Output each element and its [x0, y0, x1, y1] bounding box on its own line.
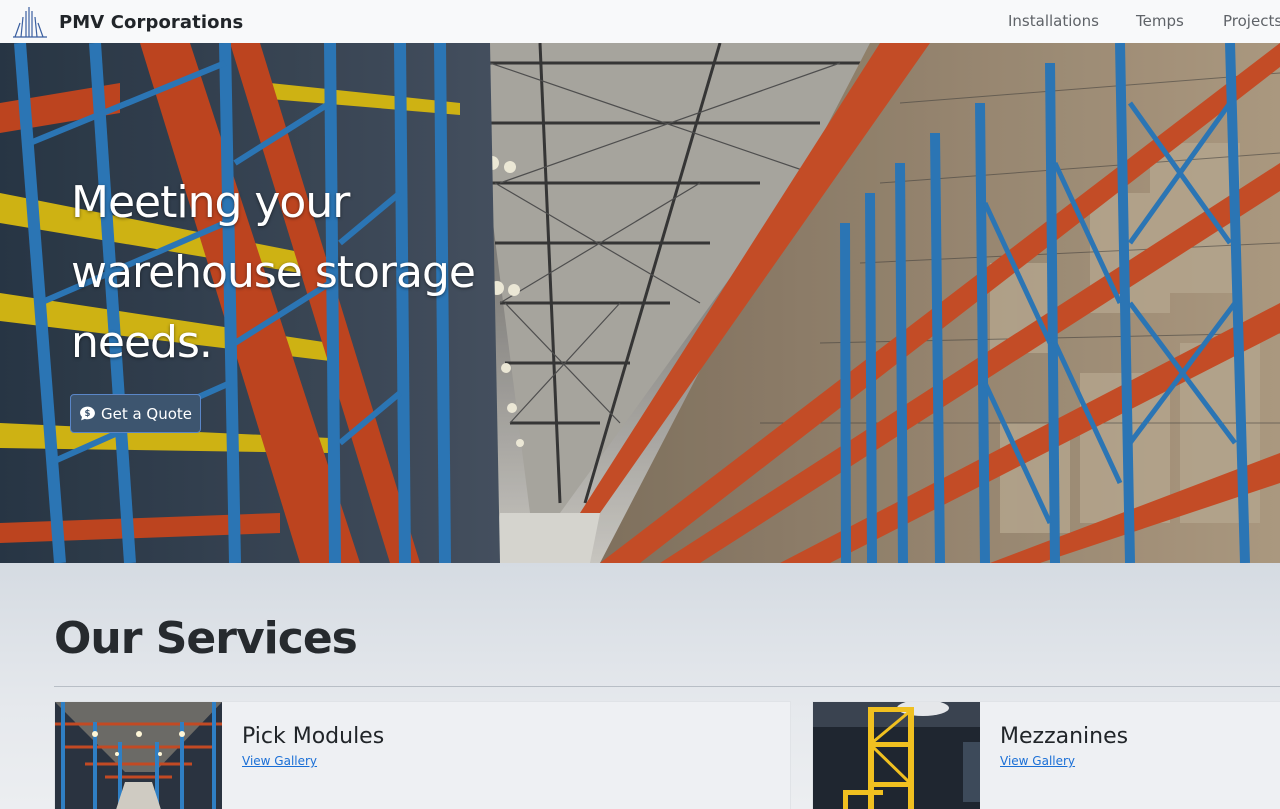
get-a-quote-button[interactable]: $ Get a Quote [70, 394, 201, 433]
svg-text:$: $ [85, 409, 91, 419]
view-gallery-link[interactable]: View Gallery [1000, 754, 1075, 768]
services-title: Our Services [54, 613, 358, 664]
mezzanines-image [813, 702, 980, 809]
hero-title: Meeting your warehouse storage needs. [71, 177, 476, 368]
nav-projects[interactable]: Projects [1223, 12, 1280, 30]
service-card-mezzanines: Mezzanines View Gallery [812, 701, 1280, 809]
nav-temps[interactable]: Temps [1136, 12, 1184, 30]
view-gallery-link[interactable]: View Gallery [242, 754, 317, 768]
section-divider [54, 686, 1280, 687]
nav-installations[interactable]: Installations [1008, 12, 1099, 30]
hero-section: Meeting your warehouse storage needs. $ … [0, 43, 1280, 563]
services-section: Our Services Pick Modules View Gallery M… [0, 563, 1280, 809]
top-navbar: PMV Corporations Installations Temps Pro… [0, 0, 1280, 43]
nav-menu: Installations Temps Projects [0, 0, 1280, 43]
service-card-title: Mezzanines [1000, 724, 1129, 749]
service-card-title: Pick Modules [242, 724, 385, 749]
service-card-pick-modules: Pick Modules View Gallery [54, 701, 791, 809]
get-a-quote-label: Get a Quote [100, 404, 193, 423]
chat-bubble-icon: $ [80, 406, 95, 421]
pick-modules-image [55, 702, 222, 809]
